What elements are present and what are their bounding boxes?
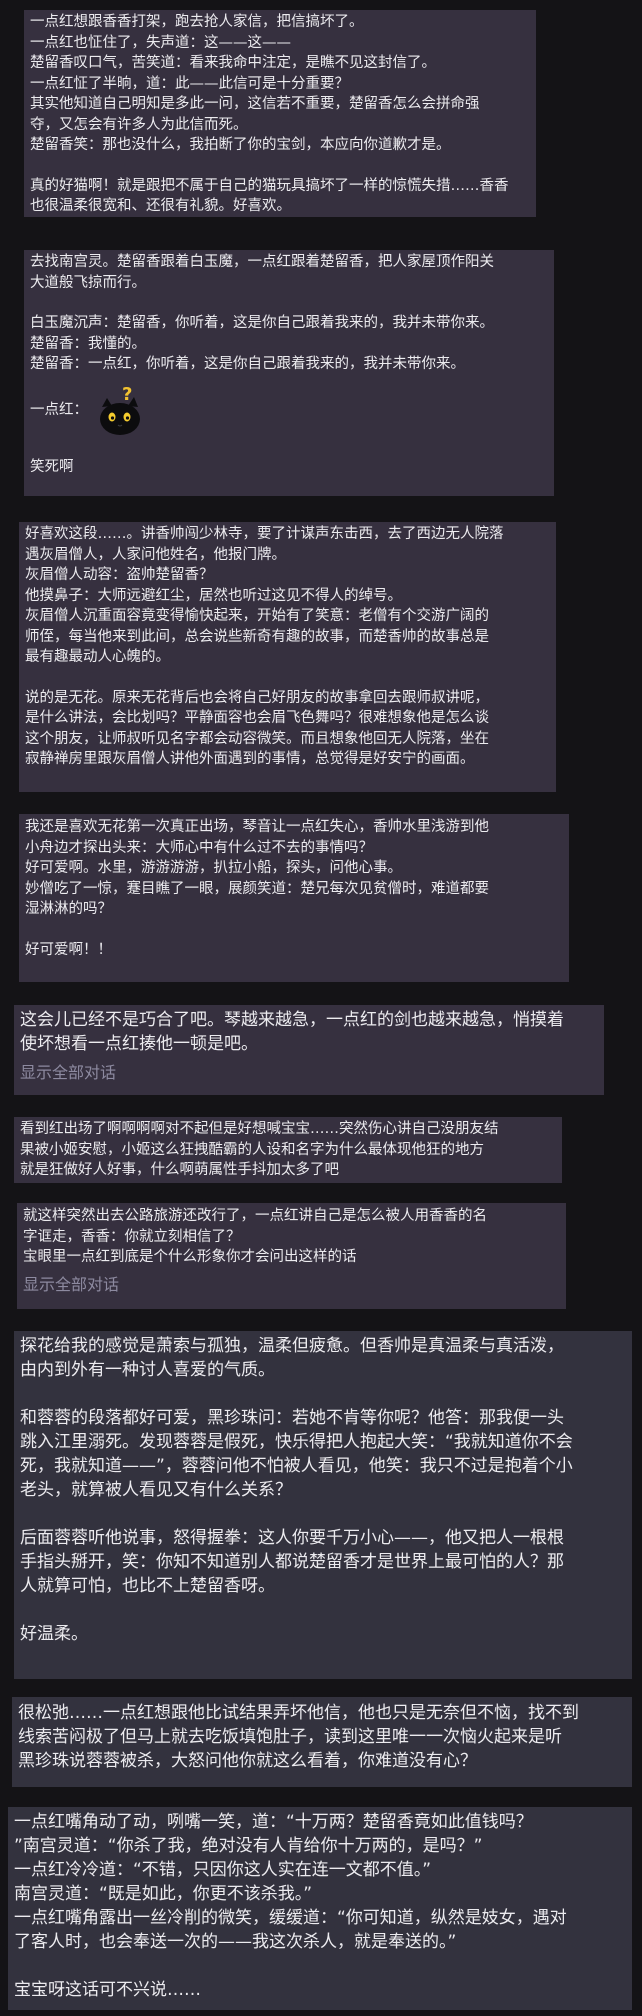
comment-line: 其实他知道自己明知是多此一问，这信若不重要，楚留香怎么会拼命强 (30, 96, 480, 112)
comment-card: 就这样突然出去公路旅游还改行了，一点红讲自己是怎么被人用香香的名 字诓走，香香：… (17, 1203, 566, 1309)
comment-line: 黑珍珠说蓉蓉被杀，大怒问他你就这么看着，你难道没有心？ (18, 1751, 477, 1771)
comment-line: 也很温柔很宽和、还很有礼貌。好喜欢。 (30, 198, 291, 214)
comment-line: 看到红出场了啊啊啊啊对不起但是好想喊宝宝……突然伤心讲自己没朋友结 (20, 1121, 499, 1137)
comment-line: 灰眉僧人动容：盗帅楚留香？ (25, 567, 214, 583)
comment-card: 一点红想跟香香打架，跑去抢人家信，把信搞坏了。 一点红也怔住了，失声道：这——这… (24, 10, 536, 217)
comment-card: 一点红嘴角动了动，咧嘴一笑，道：“十万两？楚留香竟如此值钱吗？ ”南宫灵道：“你… (8, 1807, 632, 2010)
comment-line: 一点红想跟香香打架，跑去抢人家信，把信搞坏了。 (30, 14, 364, 30)
comment-line: 灰眉僧人沉重面容竟变得愉快起来，开始有了笑意：老僧有个交游广阔的 (25, 608, 489, 624)
comment-line: 夺，又怎会有许多人为此信而死。 (30, 116, 248, 133)
comment-paragraph: 很松弛……一点红想跟他比试结果弄坏他信，他也只是无奈但不恼，找不到 线索苦闷极了… (18, 1701, 626, 1773)
comment-paragraph: 我还是喜欢无花第一次真正出场，琴音让一点红失心，香帅水里浅游到他 小舟边才探出头… (25, 817, 563, 920)
comment-paragraph: 好喜欢这段……。讲香帅闯少林寺，要了计谋声东击西，去了西边无人院落 遇灰眉僧人，… (25, 524, 550, 668)
comment-line: 南宫灵道：“既是如此，你更不该杀我。” (14, 1884, 313, 1904)
comment-card: 我还是喜欢无花第一次真正出场，琴音让一点红失心，香帅水里浅游到他 小舟边才探出头… (19, 814, 569, 982)
comment-line: 就这样突然出去公路旅游还改行了，一点红讲自己是怎么被人用香香的名 (23, 1208, 487, 1224)
comment-line: 了客人时，也会奉送一次的——我这次杀人，就是奉送的。” (14, 1932, 457, 1952)
comment-card: 看到红出场了啊啊啊啊对不起但是好想喊宝宝……突然伤心讲自己没朋友结 果被小姬安慰… (14, 1117, 562, 1183)
comment-line: 一点红嘴角露出一丝冷削的微笑，缓缓道：“你可知道，纵然是妓女，遇对 (14, 1908, 567, 1928)
comment-paragraph: 这会儿已经不是巧合了吧。琴越来越急，一点红的剑也越来越急，悄摸着 使坏想看一点红… (20, 1008, 598, 1056)
comment-line: 楚留香：一点红，你听着，这是你自己跟着我来的，我并未带你来。 (30, 356, 465, 372)
comment-line: 线索苦闷极了但马上就去吃饭填饱肚子，读到这里唯一一次恼火起来是听 (18, 1727, 562, 1747)
comment-line: 死，我就知道——”，蓉蓉问他不怕被人看见，他笑：我只不过是抱着个小 (20, 1456, 573, 1476)
comment-line: 是什么讲法，会比划吗？平静面容也会眉飞色舞吗？很难想象他是怎么谈 (25, 710, 489, 726)
comment-paragraph: 白玉魔沉声：楚留香，你听着，这是你自己跟着我来的，我并未带你来。 楚留香：我懂的… (30, 313, 548, 375)
comment-line: 就是狂做好人好事，什么啊萌属性手抖加太多了吧 (20, 1162, 339, 1178)
comment-line: 这会儿已经不是巧合了吧。琴越来越急，一点红的剑也越来越急，悄摸着 (20, 1010, 564, 1030)
comment-paragraph: 一点红嘴角动了动，咧嘴一笑，道：“十万两？楚留香竟如此值钱吗？ ”南宫灵道：“你… (14, 1810, 626, 1954)
comment-line: 好可爱啊！！ (25, 941, 112, 958)
comment-line: 楚留香笑：那也没什么，我拍断了你的宝剑，本应向你道歉才是。 (30, 137, 451, 153)
comment-line: 最有趣最动人心魄的。 (25, 649, 170, 665)
comment-line: 这个朋友，让师叔听见名字都会动容微笑。而且想象他回无人院落，坐在 (25, 730, 489, 747)
comment-paragraph: 一点红想跟香香打架，跑去抢人家信，把信搞坏了。 一点红也怔住了，失声道：这——这… (30, 12, 530, 156)
comment-line: 大道般飞掠而行。 (30, 274, 146, 291)
comment-line: 真的好猫啊！就是跟把不属于自己的猫玩具搞坏了一样的惊慌失措……香香 (30, 177, 509, 194)
black-cat-question-icon: ? (92, 384, 148, 437)
comment-line: 师侄，每当他来到此间，总会说些新奇有趣的故事，而楚香帅的故事总是 (25, 628, 489, 645)
comment-line: 老头，就算被人看见又有什么关系？ (20, 1480, 292, 1500)
comment-card: 很松弛……一点红想跟他比试结果弄坏他信，他也只是无奈但不恼，找不到 线索苦闷极了… (12, 1697, 632, 1787)
comment-line: 楚留香叹口气，苦笑道：看来我命中注定，是瞧不见这封信了。 (30, 55, 436, 71)
comment-line: 楚留香：我懂的。 (30, 335, 146, 352)
comment-card: 去找南宫灵。楚留香跟着白玉魔，一点红跟着楚留香，把人家屋顶作阳关 大道般飞掠而行… (24, 250, 554, 496)
comment-paragraph: 真的好猫啊！就是跟把不属于自己的猫玩具搞坏了一样的惊慌失措……香香 也很温柔很宽… (30, 176, 530, 217)
comment-line: 一点红也怔住了，失声道：这——这—— (30, 34, 291, 51)
comment-line: 好温柔。 (20, 1624, 88, 1644)
comment-line: 小舟边才探出头来：大师心中有什么过不去的事情吗？ (25, 839, 373, 856)
comment-paragraph: 好温柔。 (20, 1622, 626, 1646)
comment-paragraph: 就这样突然出去公路旅游还改行了，一点红讲自己是怎么被人用香香的名 字诓走，香香：… (23, 1206, 560, 1268)
comment-line: 由内到外有一种讨人喜爱的气质。 (20, 1360, 275, 1380)
comment-line: 去找南宫灵。楚留香跟着白玉魔，一点红跟着楚留香，把人家屋顶作阳关 (30, 254, 494, 270)
comment-line: 很松弛……一点红想跟他比试结果弄坏他信，他也只是无奈但不恼，找不到 (18, 1703, 579, 1723)
comment-line: 跳入江里溺死。发现蓉蓉是假死，快乐得把人抱起大笑：“我就知道你不会 (20, 1432, 573, 1452)
comment-line: 白玉魔沉声：楚留香，你听着，这是你自己跟着我来的，我并未带你来。 (30, 315, 494, 331)
comment-line: 妙僧吃了一惊，蹇目瞧了一眼，展颜笑道：楚兄每次见贫僧时，难道都要 (25, 880, 489, 897)
comment-line: 说的是无花。原来无花背后也会将自己好朋友的故事拿回去跟师叔讲呢， (25, 689, 489, 706)
comment-paragraph: 探花给我的感觉是萧索与孤独，温柔但疲惫。但香帅是真温柔与真活泼， 由内到外有一种… (20, 1334, 626, 1382)
comment-line: 字诓走，香香：你就立刻相信了？ (23, 1228, 241, 1245)
comment-line: 遇灰眉僧人，人家问他姓名，他报门牌。 (25, 546, 286, 563)
comment-card: 这会儿已经不是巧合了吧。琴越来越急，一点红的剑也越来越急，悄摸着 使坏想看一点红… (14, 1005, 604, 1095)
comment-paragraph: 去找南宫灵。楚留香跟着白玉魔，一点红跟着楚留香，把人家屋顶作阳关 大道般飞掠而行… (30, 252, 548, 293)
comment-paragraph: 好可爱啊！！ (25, 940, 563, 961)
comment-paragraph: 后面蓉蓉听他说事，怒得握拳：这人你要千万小心——，他又把人一根根 手指头掰开，笑… (20, 1526, 626, 1598)
comment-line: 和蓉蓉的段落都好可爱，黑珍珠问：若她不肯等你呢？他答：那我便一头 (20, 1408, 564, 1428)
comment-card: 好喜欢这段……。讲香帅闯少林寺，要了计谋声东击西，去了西边无人院落 遇灰眉僧人，… (19, 522, 556, 792)
comment-line: 他摸鼻子：大师远避红尘，居然也听过这见不得人的绰号。 (25, 587, 402, 604)
comment-line: ”南宫灵道：“你杀了我，绝对没有人肯给你十万两的，是吗？” (14, 1836, 483, 1856)
speaker-label: 一点红： (30, 402, 88, 419)
comment-line: 好喜欢这段……。讲香帅闯少林寺，要了计谋声东击西，去了西边无人院落 (25, 526, 504, 542)
comment-line: 果被小姬安慰，小姬这么狂拽酷霸的人设和名字为什么最体现他狂的地方 (20, 1141, 484, 1158)
comment-line: 使坏想看一点红揍他一顿是吧。 (20, 1034, 258, 1054)
show-all-dialogue-link[interactable]: 显示全部对话 (23, 1274, 560, 1296)
comment-line: 湿淋淋的吗？ (25, 901, 112, 917)
comment-line: 一点红嘴角动了动，咧嘴一笑，道：“十万两？楚留香竟如此值钱吗？ (14, 1812, 533, 1832)
comment-paragraph: 说的是无花。原来无花背后也会将自己好朋友的故事拿回去跟师叔讲呢， 是什么讲法，会… (25, 688, 550, 770)
comment-line: 一点红怔了半晌，道：此——此信可是十分重要？ (30, 75, 349, 92)
comment-line: 寂静禅房里跟灰眉僧人讲他外面遇到的事情，总觉得是好安宁的画面。 (25, 751, 475, 767)
comment-line: 后面蓉蓉听他说事，怒得握拳：这人你要千万小心——，他又把人一根根 (20, 1528, 564, 1548)
comment-line: 好可爱啊。水里，游游游游，扒拉小船，探头，问他心事。 (25, 860, 402, 876)
comment-paragraph: 和蓉蓉的段落都好可爱，黑珍珠问：若她不肯等你呢？他答：那我便一头 跳入江里溺死。… (20, 1406, 626, 1502)
comment-line: 手指头掰开，笑：你知不知道别人都说楚留香才是世界上最可怕的人？那 (20, 1552, 564, 1572)
comment-line: 人就算可怕，也比不上楚留香呀。 (20, 1576, 275, 1596)
comment-line: 我还是喜欢无花第一次真正出场，琴音让一点红失心，香帅水里浅游到他 (25, 819, 489, 835)
comment-card: 探花给我的感觉是萧索与孤独，温柔但疲惫。但香帅是真温柔与真活泼， 由内到外有一种… (14, 1331, 632, 1679)
comment-line: 宝宝呀这话可不兴说…… (14, 1980, 201, 2000)
comment-line: 宝眼里一点红到底是个什么形象你才会问出这样的话 (23, 1249, 357, 1265)
comment-paragraph: 宝宝呀这话可不兴说…… (14, 1978, 626, 2002)
comment-paragraph: 看到红出场了啊啊啊啊对不起但是好想喊宝宝……突然伤心讲自己没朋友结 果被小姬安慰… (20, 1119, 556, 1181)
comment-line: 探花给我的感觉是萧索与孤独，温柔但疲惫。但香帅是真温柔与真活泼， (20, 1336, 564, 1356)
comment-line: 笑死啊 (30, 458, 74, 475)
show-all-dialogue-link[interactable]: 显示全部对话 (20, 1062, 598, 1084)
comment-line: 一点红冷冷道：“不错，只因你这人实在连一文都不值。” (14, 1860, 432, 1880)
